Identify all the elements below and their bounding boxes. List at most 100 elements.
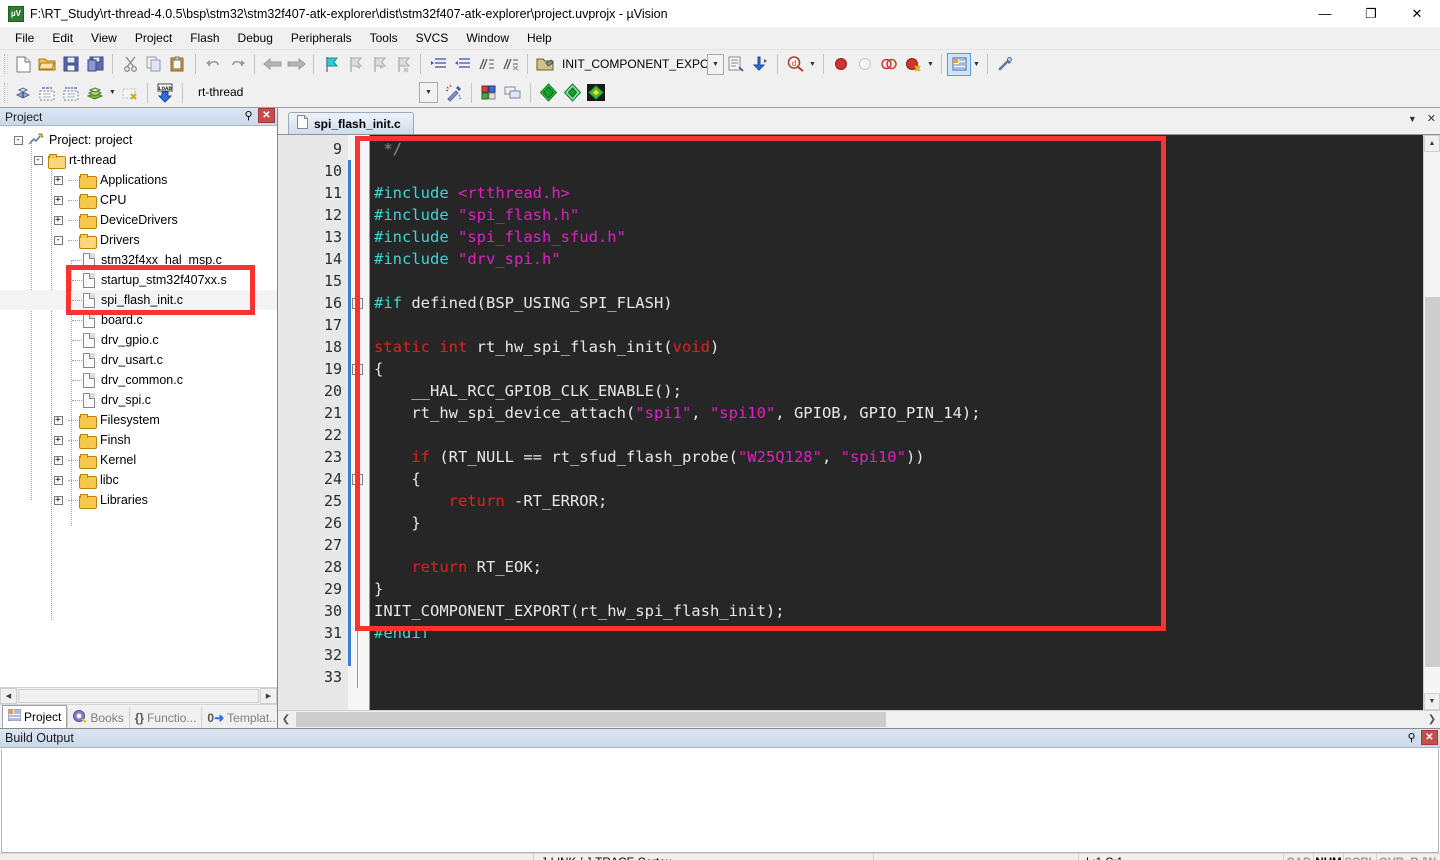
tree-item-file[interactable]: startup_stm32f407xx.s bbox=[0, 270, 277, 290]
project-window-dropdown-arrow-icon[interactable]: ▼ bbox=[971, 53, 982, 76]
code-line[interactable]: { bbox=[370, 468, 1423, 490]
scroll-down-icon[interactable]: ▼ bbox=[1424, 693, 1440, 710]
redo-icon[interactable] bbox=[225, 53, 249, 76]
code-line[interactable] bbox=[370, 270, 1423, 292]
paste-icon[interactable] bbox=[166, 53, 190, 76]
hscroll-thumb[interactable] bbox=[18, 689, 259, 703]
code-line[interactable]: INIT_COMPONENT_EXPORT(rt_hw_spi_flash_in… bbox=[370, 600, 1423, 622]
code-line[interactable]: static int rt_hw_spi_flash_init(void) bbox=[370, 336, 1423, 358]
tree-expander[interactable]: + bbox=[48, 470, 68, 490]
manage-project-items-icon[interactable] bbox=[477, 81, 501, 104]
minimize-button[interactable]: — bbox=[1302, 0, 1348, 27]
code-line[interactable]: #include "spi_flash_sfud.h" bbox=[370, 226, 1423, 248]
rebuild-all-icon[interactable] bbox=[59, 81, 83, 104]
tree-expander[interactable]: + bbox=[48, 410, 68, 430]
fold-toggle-icon[interactable]: - bbox=[352, 474, 363, 485]
tree-item-libraries[interactable]: + Libraries bbox=[0, 490, 277, 510]
code-line[interactable] bbox=[370, 644, 1423, 666]
batch-build-dropdown-arrow-icon[interactable]: ▼ bbox=[107, 81, 118, 104]
comment-lines-icon[interactable] bbox=[474, 53, 498, 76]
code-line[interactable] bbox=[370, 160, 1423, 182]
code-line[interactable]: __HAL_RCC_GPIOB_CLK_ENABLE(); bbox=[370, 380, 1423, 402]
code-line[interactable]: } bbox=[370, 512, 1423, 534]
code-line[interactable] bbox=[370, 534, 1423, 556]
bookmark-toggle-icon[interactable] bbox=[319, 53, 343, 76]
download-icon[interactable]: LOAD bbox=[153, 81, 177, 104]
tree-item-drivers[interactable]: - Drivers bbox=[0, 230, 277, 250]
tree-item-applications[interactable]: + Applications bbox=[0, 170, 277, 190]
project-window-icon[interactable] bbox=[947, 52, 971, 76]
tab-books[interactable]: Books bbox=[67, 707, 128, 728]
cut-icon[interactable] bbox=[118, 53, 142, 76]
tab-templates[interactable]: 0➜ Templat... bbox=[201, 707, 284, 728]
code-line[interactable]: { bbox=[370, 358, 1423, 380]
tree-item-file[interactable]: drv_gpio.c bbox=[0, 330, 277, 350]
goto-definition-icon[interactable] bbox=[748, 53, 772, 76]
scroll-right-icon[interactable]: ❯ bbox=[1424, 712, 1440, 728]
target-select[interactable]: rt-thread bbox=[194, 82, 352, 103]
project-tree-hscrollbar[interactable]: ◀ ▶ bbox=[0, 687, 277, 704]
code-line[interactable]: return RT_EOK; bbox=[370, 556, 1423, 578]
translate-file-icon[interactable] bbox=[11, 81, 35, 104]
tree-expander[interactable]: + bbox=[48, 210, 68, 230]
tree-item-file[interactable]: drv_usart.c bbox=[0, 350, 277, 370]
pin-icon[interactable]: ⚲ bbox=[241, 108, 256, 123]
scroll-right-icon[interactable]: ▶ bbox=[260, 688, 277, 704]
toolbar-grip[interactable] bbox=[4, 82, 8, 103]
menu-svcs[interactable]: SVCS bbox=[407, 28, 458, 48]
tree-expander[interactable]: + bbox=[48, 170, 68, 190]
save-all-icon[interactable] bbox=[83, 53, 107, 76]
build-target-icon[interactable] bbox=[35, 81, 59, 104]
new-file-icon[interactable] bbox=[11, 53, 35, 76]
uncomment-lines-icon[interactable] bbox=[498, 53, 522, 76]
close-icon[interactable]: ✕ bbox=[1421, 730, 1438, 745]
chevron-down-icon[interactable]: ▼ bbox=[1408, 114, 1417, 124]
tree-item-kernel[interactable]: + Kernel bbox=[0, 450, 277, 470]
tree-expander[interactable]: - bbox=[8, 130, 28, 150]
tree-expander[interactable]: + bbox=[48, 450, 68, 470]
code-line[interactable]: #if defined(BSP_USING_SPI_FLASH) bbox=[370, 292, 1423, 314]
menu-file[interactable]: File bbox=[6, 28, 43, 48]
code-line[interactable]: */ bbox=[370, 138, 1423, 160]
target-select-chevron-down-icon[interactable]: ▼ bbox=[419, 82, 438, 103]
options-file-icon[interactable] bbox=[584, 81, 608, 104]
bookmark-clear-icon[interactable] bbox=[391, 53, 415, 76]
tree-item-rt-thread[interactable]: - rt-thread bbox=[0, 150, 277, 170]
code-line[interactable] bbox=[370, 314, 1423, 336]
code-line[interactable] bbox=[370, 424, 1423, 446]
open-folder-icon[interactable] bbox=[533, 53, 557, 76]
tree-item-file[interactable]: drv_common.c bbox=[0, 370, 277, 390]
project-tree[interactable]: - Project: project - rt-thread + Applica… bbox=[0, 126, 277, 687]
scroll-left-icon[interactable]: ❮ bbox=[278, 712, 294, 728]
bookmark-prev-icon[interactable] bbox=[343, 53, 367, 76]
tree-item-libc[interactable]: + libc bbox=[0, 470, 277, 490]
scroll-left-icon[interactable]: ◀ bbox=[0, 688, 17, 704]
code-line[interactable]: return -RT_ERROR; bbox=[370, 490, 1423, 512]
disable-all-breakpoints-icon[interactable] bbox=[877, 53, 901, 76]
menu-help[interactable]: Help bbox=[518, 28, 561, 48]
tab-functions[interactable]: {} Functio... bbox=[128, 707, 202, 728]
chevron-down-icon[interactable]: ▼ bbox=[707, 53, 724, 75]
navigate-back-icon[interactable] bbox=[260, 53, 284, 76]
menu-debug[interactable]: Debug bbox=[229, 28, 282, 48]
vscroll-thumb[interactable] bbox=[1425, 297, 1440, 667]
fold-toggle-icon[interactable]: - bbox=[352, 364, 363, 375]
pin-icon[interactable]: ⚲ bbox=[1404, 730, 1419, 745]
indent-increase-icon[interactable] bbox=[426, 53, 450, 76]
code-line[interactable]: } bbox=[370, 578, 1423, 600]
stop-build-icon[interactable] bbox=[118, 81, 142, 104]
code-line[interactable]: #endif bbox=[370, 622, 1423, 644]
tree-expander[interactable]: + bbox=[48, 430, 68, 450]
configure-tools-icon[interactable] bbox=[993, 53, 1017, 76]
code-line[interactable] bbox=[370, 666, 1423, 688]
close-tab-icon[interactable]: ✕ bbox=[1427, 112, 1436, 125]
tree-item-project-root[interactable]: - Project: project bbox=[0, 130, 277, 150]
restore-button[interactable]: ❐ bbox=[1348, 0, 1394, 27]
tree-expander[interactable]: + bbox=[48, 190, 68, 210]
target-options-wizard-icon[interactable] bbox=[442, 81, 466, 104]
navigate-forward-icon[interactable] bbox=[284, 53, 308, 76]
insert-breakpoint-icon[interactable] bbox=[829, 53, 853, 76]
save-icon[interactable] bbox=[59, 53, 83, 76]
copy-icon[interactable] bbox=[142, 53, 166, 76]
close-icon[interactable]: ✕ bbox=[258, 108, 275, 123]
